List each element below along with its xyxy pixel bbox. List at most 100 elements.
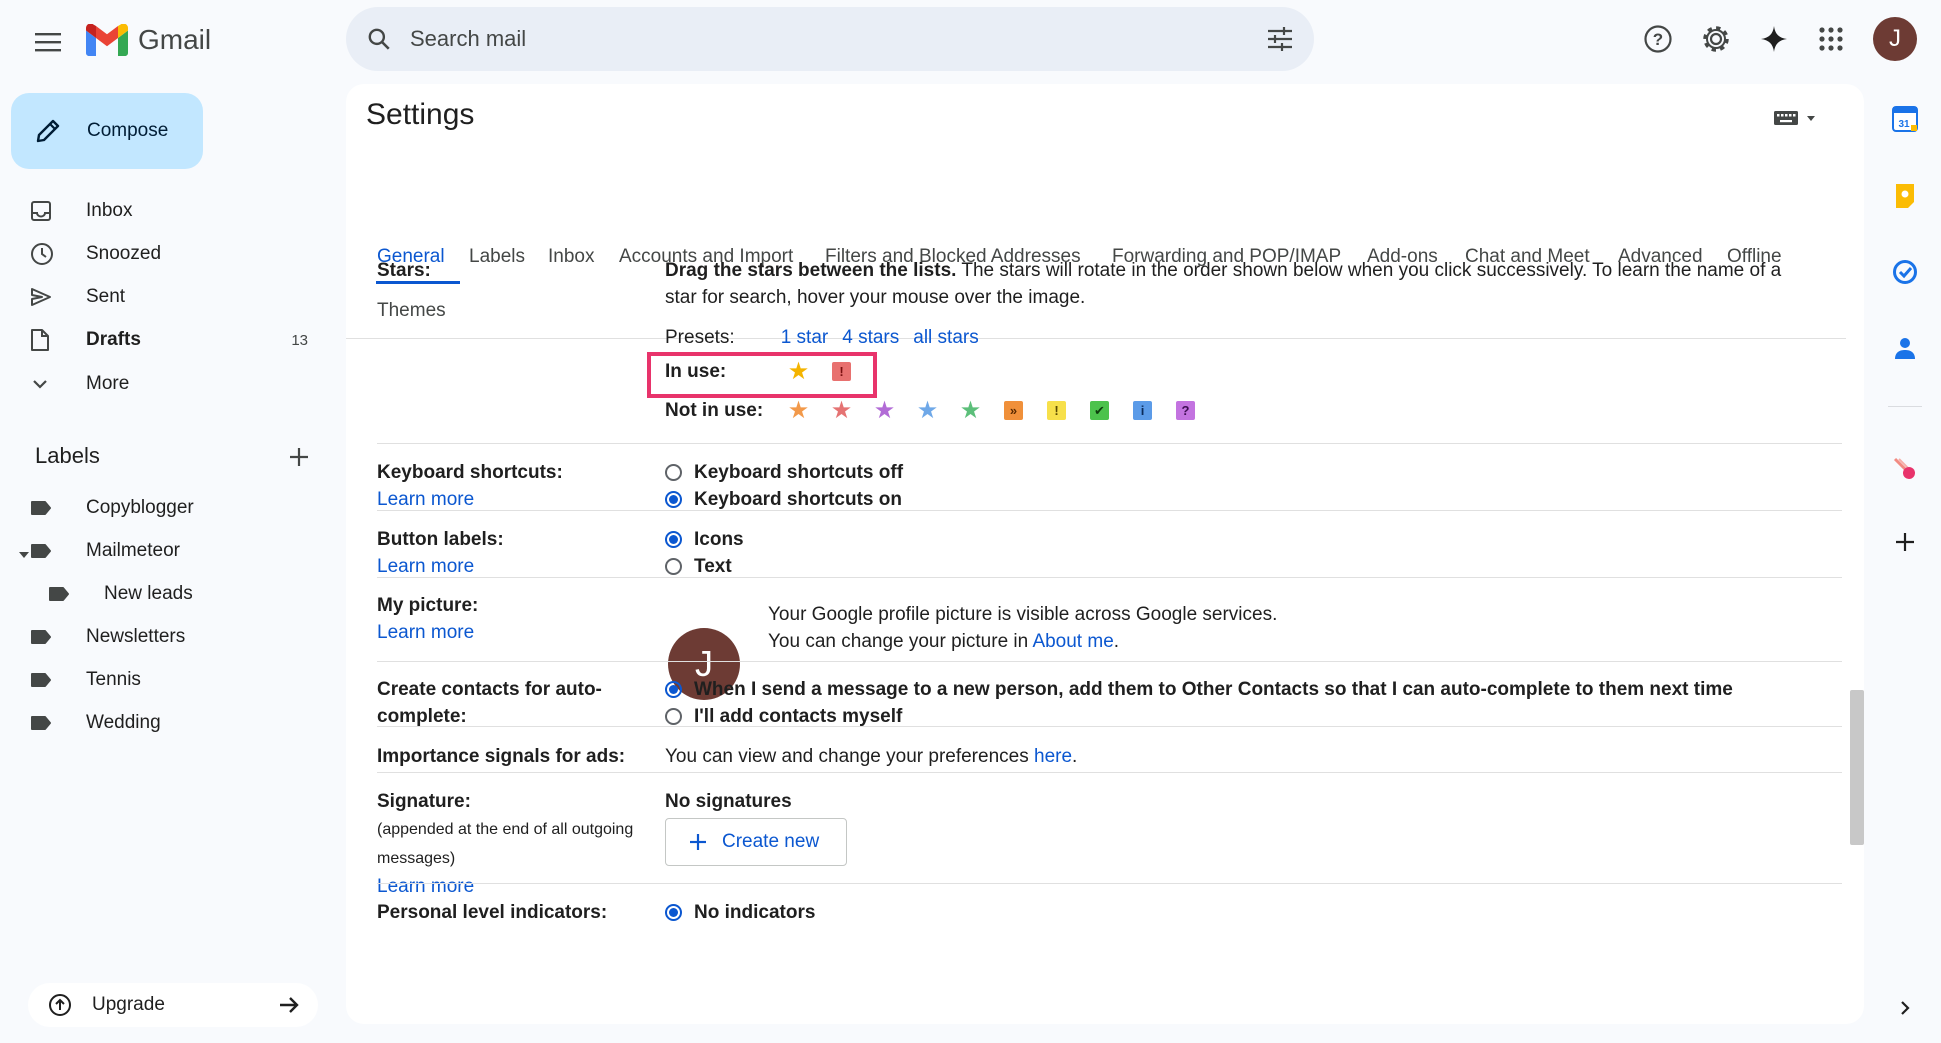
label-name: Mailmeteor [86,540,180,561]
search-icon [368,28,390,50]
calendar-app-button[interactable]: 31 [1890,104,1920,134]
button-labels-learn-more-link[interactable]: Learn more [377,556,474,577]
search-options-icon[interactable] [1266,26,1294,52]
radio-auto-add[interactable] [665,681,682,698]
nav-item-inbox[interactable]: Inbox [30,192,320,230]
svg-text:?: ? [1653,30,1663,49]
keyboard-icon [1774,111,1815,125]
orange-star-icon[interactable]: ★ [777,397,820,424]
nav-item-drafts[interactable]: Drafts 13 [30,321,320,359]
auto-add-contacts-option[interactable]: When I send a message to a new person, a… [665,676,1733,703]
label-name: New leads [104,583,193,604]
preset-4-stars[interactable]: 4 stars [842,324,899,351]
nav-item-sent[interactable]: Sent [30,278,320,316]
mailmeteor-addon-button[interactable] [1890,454,1920,484]
keyboard-learn-more-link[interactable]: Learn more [377,489,474,510]
label-item-new-leads[interactable]: New leads [48,575,338,613]
preset-all-stars[interactable]: all stars [913,324,978,351]
radio-keyboard-off[interactable] [665,464,682,481]
nav-label-sent: Sent [86,286,126,307]
green-star-icon[interactable]: ★ [949,397,992,424]
label-icon [31,544,51,558]
contacts-app-button[interactable] [1890,333,1920,363]
settings-scrollbar[interactable] [1850,690,1864,845]
text-option[interactable]: Text [665,553,744,580]
keyboard-off-option[interactable]: Keyboard shortcuts off [665,459,903,486]
nav-item-more[interactable]: More [30,365,320,403]
stars-description: Drag the stars between the lists. The st… [665,257,1815,311]
rail-divider [1888,406,1922,407]
plus-icon [690,834,706,850]
divider [377,883,1842,884]
label-icon [31,716,51,730]
divider [377,772,1842,773]
yellow-bang-icon[interactable]: ! [1047,401,1066,420]
button-labels-options: Icons Text [665,526,744,580]
no-indicators-option[interactable]: No indicators [665,899,815,926]
get-addons-button[interactable] [1890,527,1920,557]
google-apps-button[interactable] [1811,19,1851,59]
tab-labels[interactable]: Labels [469,246,525,268]
upgrade-icon [49,994,71,1016]
gemini-button[interactable] [1754,19,1794,59]
create-contacts-label: Create contacts for auto- complete: [377,679,602,727]
plus-icon [1896,533,1914,551]
not-in-use-label: Not in use: [665,400,764,421]
keyboard-on-option[interactable]: Keyboard shortcuts on [665,486,903,513]
label-item-newsletters[interactable]: Newsletters [30,618,320,656]
label-name: Tennis [86,669,141,690]
icons-option[interactable]: Icons [665,526,744,553]
label-item-tennis[interactable]: Tennis [30,661,320,699]
account-avatar[interactable]: J [1873,17,1917,61]
chevron-right-icon [1901,1001,1910,1015]
settings-button[interactable] [1696,19,1736,59]
signature-learn-more-link[interactable]: Learn more [377,876,474,897]
about-me-link[interactable]: About me [1032,631,1113,652]
main-menu-button[interactable] [28,22,68,62]
radio-manual[interactable] [665,708,682,725]
blue-star-icon[interactable]: ★ [906,397,949,424]
nav-item-snoozed[interactable]: Snoozed [30,235,320,273]
collapse-arrow-icon[interactable] [18,547,30,565]
show-side-panel-button[interactable] [1890,993,1920,1023]
tab-themes[interactable]: Themes [377,300,446,322]
chevron-down-icon [33,380,47,389]
presets-label: Presets: [665,327,735,348]
red-star-icon[interactable]: ★ [820,397,863,424]
label-name: Copyblogger [86,497,194,518]
create-label-button[interactable] [284,442,314,472]
label-item-copyblogger[interactable]: Copyblogger [30,489,320,527]
blue-info-icon[interactable]: i [1133,401,1152,420]
support-button[interactable]: ? [1638,19,1678,59]
picture-description: Your Google profile picture is visible a… [768,604,1278,652]
picture-learn-more-link[interactable]: Learn more [377,622,474,643]
upgrade-button[interactable]: Upgrade [28,983,318,1027]
preset-1-star[interactable]: 1 star [781,324,829,351]
purple-star-icon[interactable]: ★ [863,397,906,424]
label-item-wedding[interactable]: Wedding [30,704,320,742]
green-check-icon[interactable]: ✔ [1090,401,1109,420]
search-bar[interactable]: Search mail [346,7,1314,71]
tab-inbox[interactable]: Inbox [548,246,594,268]
ads-description: You can view and change your preferences… [665,746,1078,767]
gmail-logo[interactable]: Gmail [86,18,211,62]
label-name: Wedding [86,712,161,733]
radio-text[interactable] [665,558,682,575]
radio-icons[interactable] [665,531,682,548]
label-icon [31,501,51,515]
stars-desc-bold: Drag the stars between the lists. [665,260,957,281]
radio-keyboard-on[interactable] [665,491,682,508]
orange-guillemet-icon[interactable]: » [1004,401,1023,420]
input-tools-button[interactable] [1772,106,1822,130]
divider [377,443,1842,444]
divider [377,661,1842,662]
ads-preferences-link[interactable]: here [1034,746,1072,767]
compose-button[interactable]: Compose [11,93,203,169]
search-input[interactable]: Search mail [410,26,1266,52]
radio-no-indicators[interactable] [665,904,682,921]
purple-question-icon[interactable]: ? [1176,401,1195,420]
label-item-mailmeteor[interactable]: Mailmeteor [30,532,320,570]
keep-app-button[interactable] [1890,181,1920,211]
tasks-app-button[interactable] [1890,257,1920,287]
create-signature-button[interactable]: Create new [665,818,847,866]
